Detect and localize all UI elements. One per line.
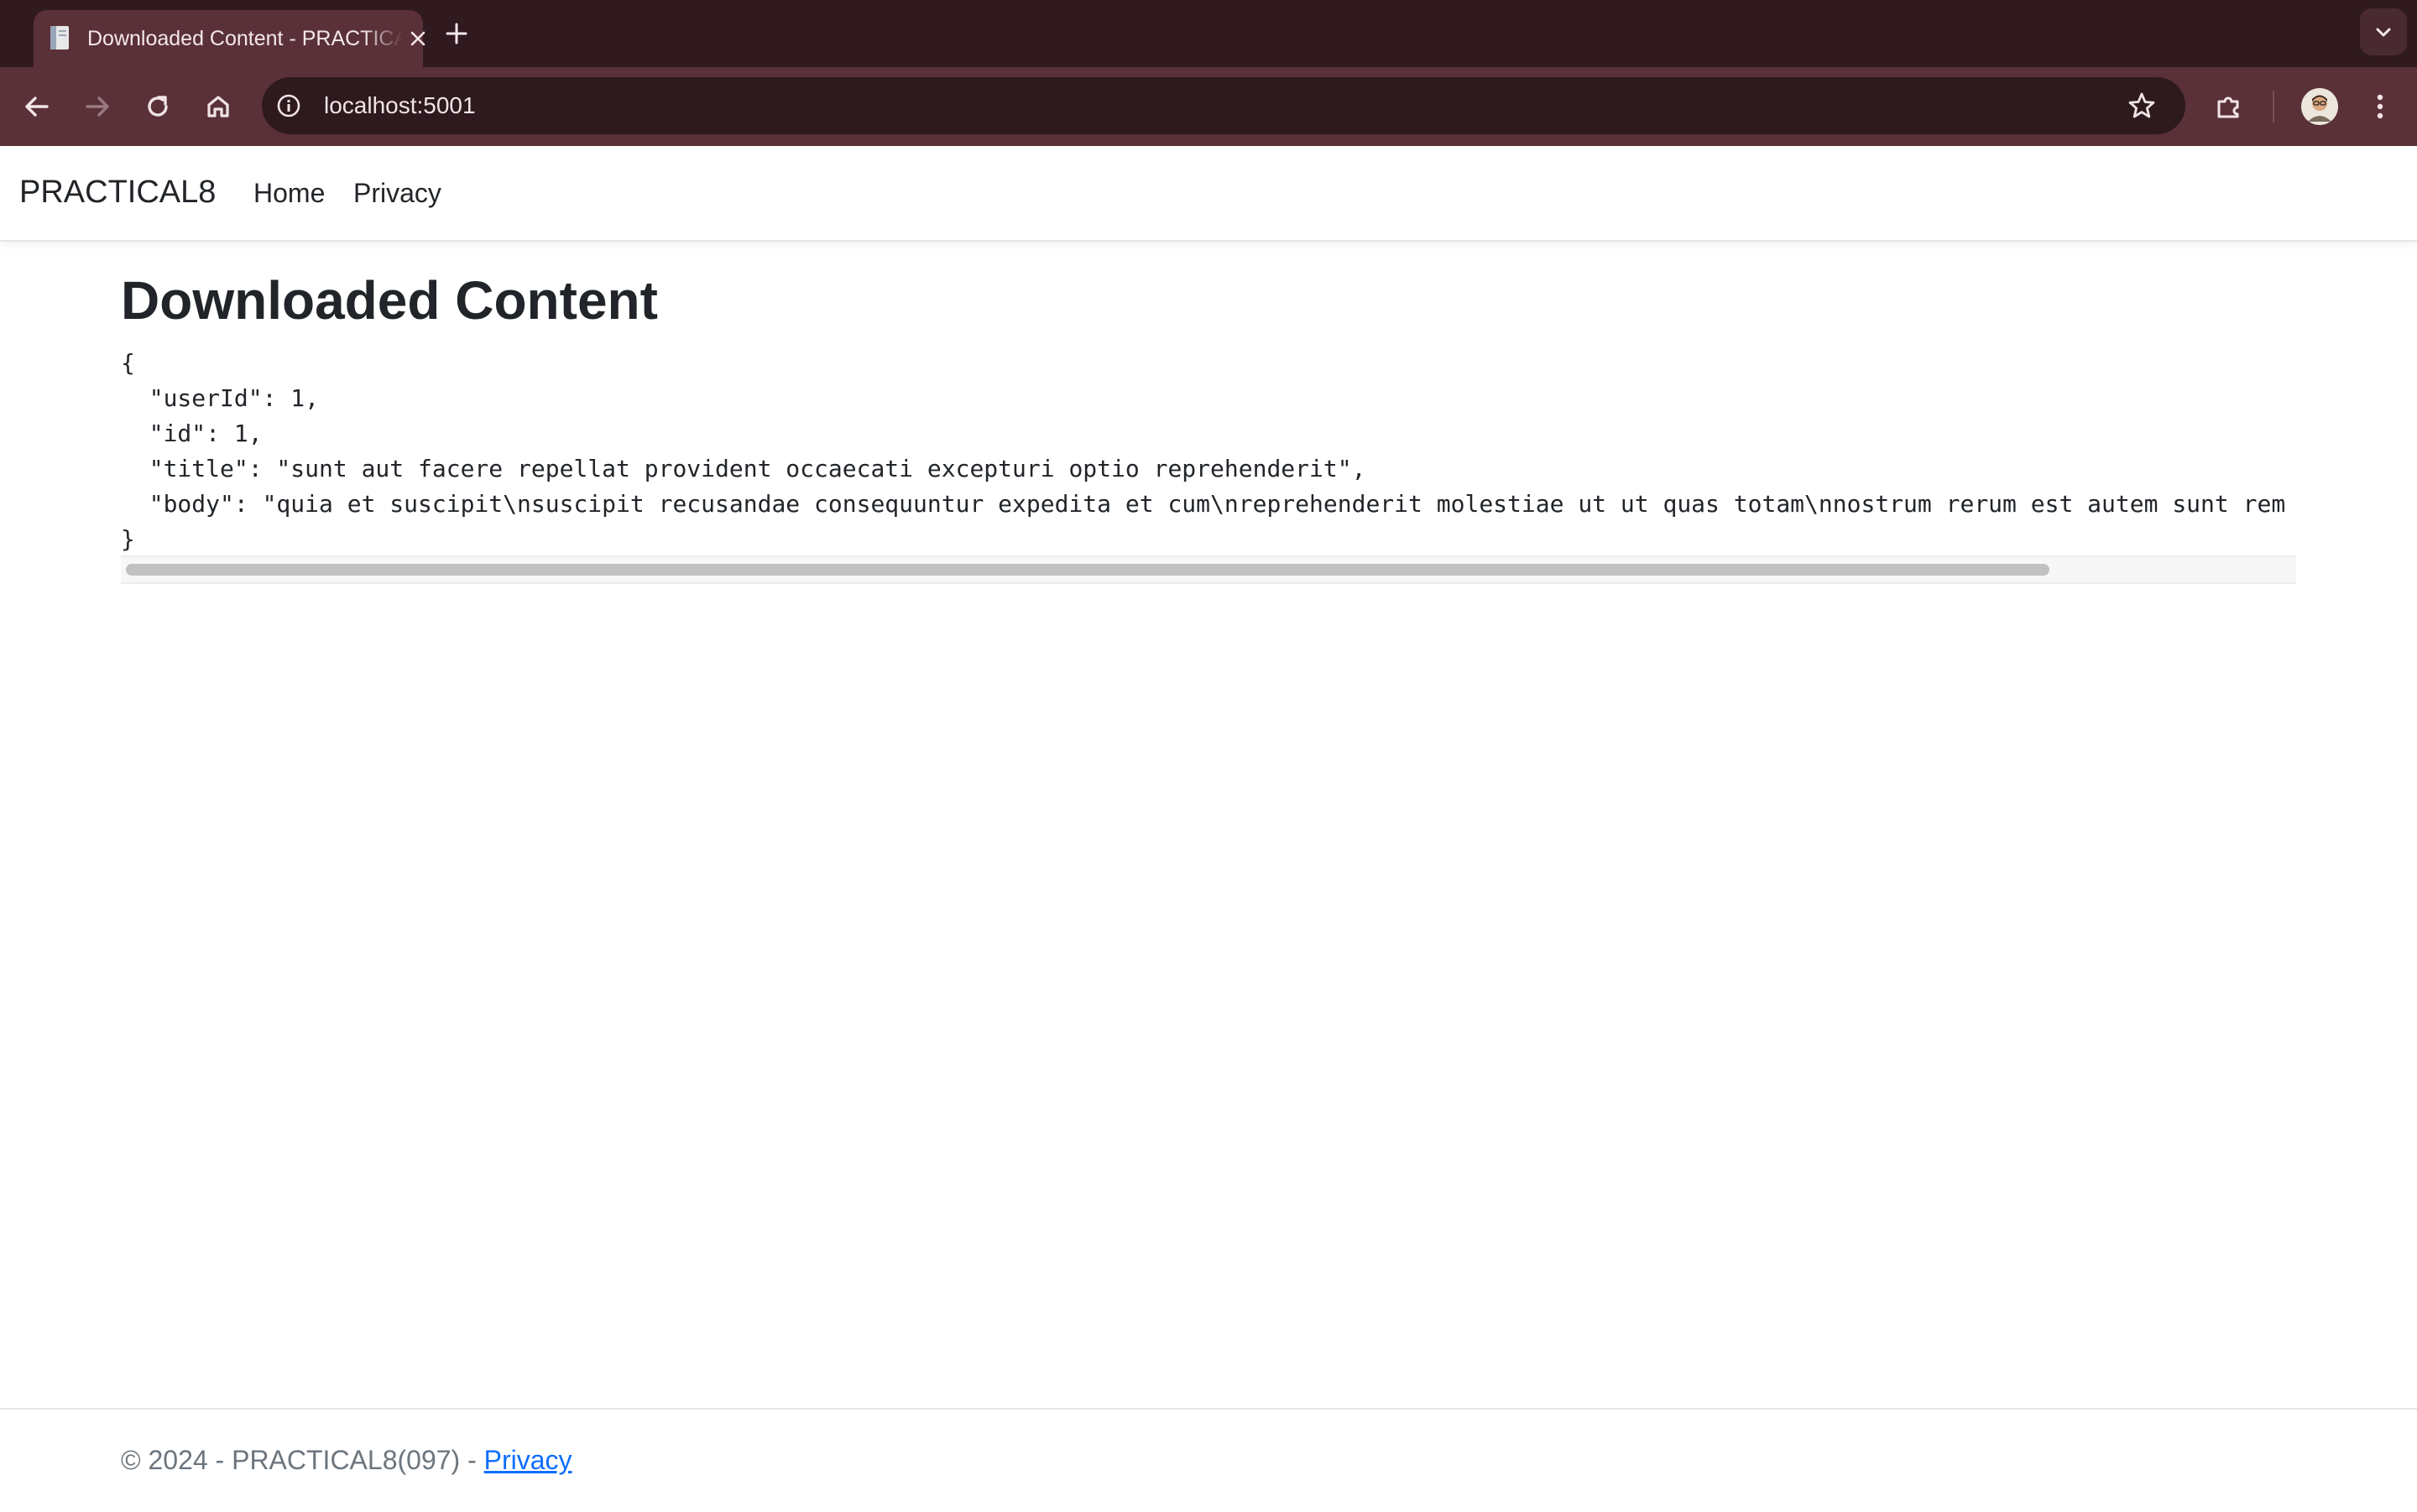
site-footer: © 2024 - PRACTICAL8(097) - Privacy	[0, 1408, 2417, 1512]
close-tab-icon[interactable]	[408, 29, 428, 49]
page-title: Downloaded Content	[121, 270, 658, 331]
json-line: "body": "quia et suscipit\nsuscipit recu…	[121, 490, 2286, 518]
extensions-puzzle-icon[interactable]	[2211, 88, 2247, 125]
forward-arrow-icon[interactable]	[79, 88, 116, 125]
chevron-down-icon	[2376, 28, 2391, 37]
tab-title: Downloaded Content - PRACTICAL8	[87, 27, 403, 50]
reload-icon[interactable]	[139, 88, 176, 125]
profile-avatar-icon	[2301, 88, 2338, 125]
home-icon[interactable]	[200, 88, 237, 125]
bookmark-star-icon[interactable]	[2127, 91, 2157, 121]
json-line: "id": 1,	[121, 420, 263, 447]
profile-avatar[interactable]	[2301, 88, 2338, 125]
address-bar[interactable]: localhost:5001	[262, 77, 2185, 134]
url-text[interactable]: localhost:5001	[324, 89, 476, 123]
horizontal-scrollbar[interactable]	[121, 555, 2296, 584]
json-line: "userId": 1,	[121, 384, 320, 412]
browser-toolbar: localhost:5001	[0, 67, 2417, 146]
back-arrow-icon[interactable]	[18, 88, 55, 125]
json-line: "title": "sunt aut facere repellat provi…	[121, 455, 1366, 482]
site-info-icon[interactable]	[275, 92, 302, 119]
site-navbar: PRACTICAL8 Home Privacy	[0, 146, 2417, 242]
nav-link-privacy[interactable]: Privacy	[353, 175, 441, 211]
footer-privacy-link[interactable]: Privacy	[484, 1445, 572, 1475]
nav-link-home[interactable]: Home	[253, 175, 325, 211]
navbar-brand[interactable]: PRACTICAL8	[19, 173, 216, 211]
more-vertical-icon[interactable]	[2362, 88, 2399, 125]
new-tab-icon[interactable]	[443, 20, 470, 47]
tab-title-fade	[363, 20, 403, 57]
json-line: {	[121, 349, 135, 377]
toolbar-separator	[2273, 91, 2274, 123]
footer-text: © 2024 - PRACTICAL8(097) - Privacy	[121, 1442, 572, 1478]
tab-search-button[interactable]	[2360, 8, 2407, 55]
page-favicon-icon	[50, 26, 69, 50]
browser-tab[interactable]: Downloaded Content - PRACTICAL8	[34, 10, 425, 67]
json-content: { "userId": 1, "id": 1, "title": "sunt a…	[121, 346, 2296, 557]
json-line: }	[121, 525, 135, 553]
scrollbar-thumb[interactable]	[126, 564, 2049, 576]
footer-copyright: © 2024 - PRACTICAL8(097) -	[121, 1445, 484, 1475]
browser-tab-strip: Downloaded Content - PRACTICAL8	[0, 0, 2417, 67]
json-content-block: { "userId": 1, "id": 1, "title": "sunt a…	[121, 346, 2296, 582]
